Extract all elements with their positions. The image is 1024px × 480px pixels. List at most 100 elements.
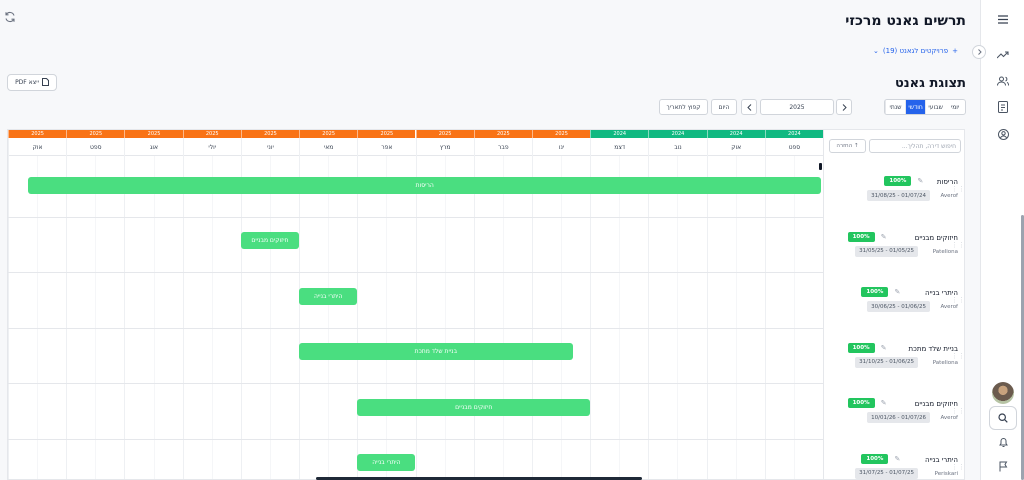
month-cell: מאי: [299, 138, 357, 156]
month-cell: אוג: [124, 138, 182, 156]
progress-badge: 100%: [884, 176, 912, 186]
grid-vline: [66, 156, 68, 479]
year-cell: 2025: [66, 130, 125, 138]
edit-icon[interactable]: ✎: [881, 344, 887, 352]
progress-badge: 100%: [861, 287, 889, 297]
bell-icon[interactable]: [993, 432, 1013, 452]
task-row[interactable]: הריסות ✎ 100% Averof 31/08/25 - 01/07/24 ⋮⋮: [824, 161, 964, 217]
task-dates: 30/06/25 - 01/06/25: [867, 301, 930, 312]
section-title: תצוגת גאנט: [894, 76, 966, 91]
year-cell: 2025: [415, 130, 474, 138]
edit-icon[interactable]: ✎: [881, 233, 887, 241]
edit-icon[interactable]: ✎: [895, 455, 901, 463]
drag-handle-icon[interactable]: ⋮⋮: [951, 407, 964, 415]
search-icon[interactable]: [989, 406, 1017, 430]
gantt-bar[interactable]: חיזוקים מבניים: [240, 232, 300, 250]
grid-vline: [531, 156, 533, 479]
task-dates: 31/08/25 - 01/07/24: [867, 190, 930, 201]
grid-vline-half: [677, 156, 679, 479]
progress-badge: 100%: [861, 453, 889, 464]
gantt-bar[interactable]: חיזוקים מבניים: [357, 398, 591, 416]
grid-vline: [299, 156, 301, 479]
drag-handle-icon[interactable]: ⋮⋮: [951, 185, 964, 193]
menu-icon[interactable]: [993, 9, 1013, 29]
year-header: 2025 2025 2025 2025 2025 2025 2025 2025 2025 2025…: [8, 130, 823, 138]
grid-vline-half: [444, 156, 446, 479]
year-display[interactable]: 2025: [760, 99, 834, 115]
task-owner: Pateliona: [932, 359, 958, 366]
gantt-bar[interactable]: בניית שלד מתכת: [299, 343, 573, 361]
grid-vline-half: [735, 156, 737, 479]
month-cell: יולי: [182, 138, 241, 156]
grid-vline-half: [502, 156, 504, 479]
row-divider: [8, 216, 964, 218]
chevron-down-icon: ⌄: [873, 47, 879, 55]
prev-button[interactable]: [741, 99, 757, 115]
task-search-input[interactable]: חיפוש דירה, תהליך...: [869, 139, 961, 153]
task-dates: 31/07/25 - 01/07/25: [855, 467, 918, 479]
task-row[interactable]: היתרי בנייה ✎ 100% Averof 30/06/25 - 01/06/2…: [824, 272, 964, 328]
export-pdf-button[interactable]: PDF ייצא: [7, 74, 57, 91]
month-cell: ספט: [66, 138, 124, 156]
page-title: תרשים גאנט מרכזי: [845, 13, 966, 29]
month-cell: דצמ: [590, 138, 648, 156]
row-divider: [8, 438, 964, 440]
task-row[interactable]: בניית שלד מתכת ✎ 100% Pateliona 31/10/25 - 0…: [824, 328, 964, 384]
grid-vline-half: [561, 156, 563, 479]
month-cell: אוק: [8, 138, 66, 156]
task-row[interactable]: חיזוקים מבניים ✎ 100% Averof 10/01/26 - 01/0…: [824, 383, 964, 439]
grid-vline: [764, 156, 766, 479]
grid-vline: [240, 156, 242, 479]
grid-vline-half: [153, 156, 155, 479]
right-rail: [980, 0, 1024, 480]
today-button[interactable]: היום: [711, 99, 737, 115]
year-cell: 2025: [182, 130, 241, 138]
gantt-bar[interactable]: היתרי בנייה: [299, 287, 358, 305]
task-row[interactable]: היתרי בנייה ✎ 100% Periskari 31/07/25 - 01/0…: [824, 439, 964, 480]
edit-icon[interactable]: ✎: [881, 399, 887, 407]
edit-icon[interactable]: ✎: [895, 288, 901, 296]
collapse-sidebar-button[interactable]: [972, 45, 986, 59]
edit-icon[interactable]: ✎: [918, 177, 924, 185]
gantt-bar[interactable]: היתרי בנייה: [357, 454, 416, 472]
profile-icon[interactable]: [993, 124, 1013, 144]
refresh-icon[interactable]: [4, 8, 18, 23]
users-icon[interactable]: [993, 71, 1013, 91]
task-owner: Periskari: [934, 470, 958, 477]
drag-handle-icon[interactable]: ⋮⋮: [951, 241, 964, 249]
view-mode-monthly[interactable]: חודשי: [905, 100, 926, 114]
gantt-bar[interactable]: הריסות: [28, 176, 821, 194]
task-row[interactable]: חיזוקים מבניים ✎ 100% Pateliona 31/05/25 - 0…: [824, 217, 964, 273]
jump-to-date-button[interactable]: קפוץ לתאריך: [659, 99, 708, 115]
flag-icon[interactable]: [993, 456, 1013, 476]
invoice-icon[interactable]: [993, 97, 1013, 117]
drag-handle-icon[interactable]: ⋮⋮: [951, 463, 964, 471]
grid-vline-half: [793, 156, 795, 479]
avatar[interactable]: [992, 382, 1014, 404]
grid-vline-half: [95, 156, 97, 479]
next-button[interactable]: [836, 99, 852, 115]
drag-handle-icon[interactable]: ⋮⋮: [951, 296, 964, 304]
year-cell: 2025: [473, 130, 532, 138]
year-cell: 2024: [764, 130, 823, 138]
year-cell: 2025: [531, 130, 591, 138]
grid-vline: [357, 156, 359, 479]
task-dates: 31/05/25 - 01/05/25: [855, 245, 918, 257]
view-mode-yearly[interactable]: שנתי: [885, 100, 905, 114]
year-cell: 2025: [124, 130, 183, 138]
grid-vline-half: [328, 156, 330, 479]
task-owner: Averof: [940, 304, 958, 310]
timeline-scroll-indicator[interactable]: [819, 163, 822, 170]
progress-badge: 100%: [847, 398, 875, 408]
month-cell: נוב: [648, 138, 706, 156]
year-cell: 2024: [706, 130, 765, 138]
year-cell: 2025: [8, 130, 67, 138]
return-button[interactable]: החזרה ↑: [829, 139, 866, 153]
projects-link[interactable]: + פרויקטים לגאנט (19) ⌄: [873, 47, 958, 55]
drag-handle-icon[interactable]: ⋮⋮: [951, 352, 964, 360]
view-mode-weekly[interactable]: שבועי: [925, 100, 945, 114]
trending-icon[interactable]: [993, 44, 1013, 64]
progress-badge: 100%: [847, 231, 875, 242]
row-divider: [8, 383, 964, 384]
view-mode-daily[interactable]: יומי: [945, 100, 965, 114]
